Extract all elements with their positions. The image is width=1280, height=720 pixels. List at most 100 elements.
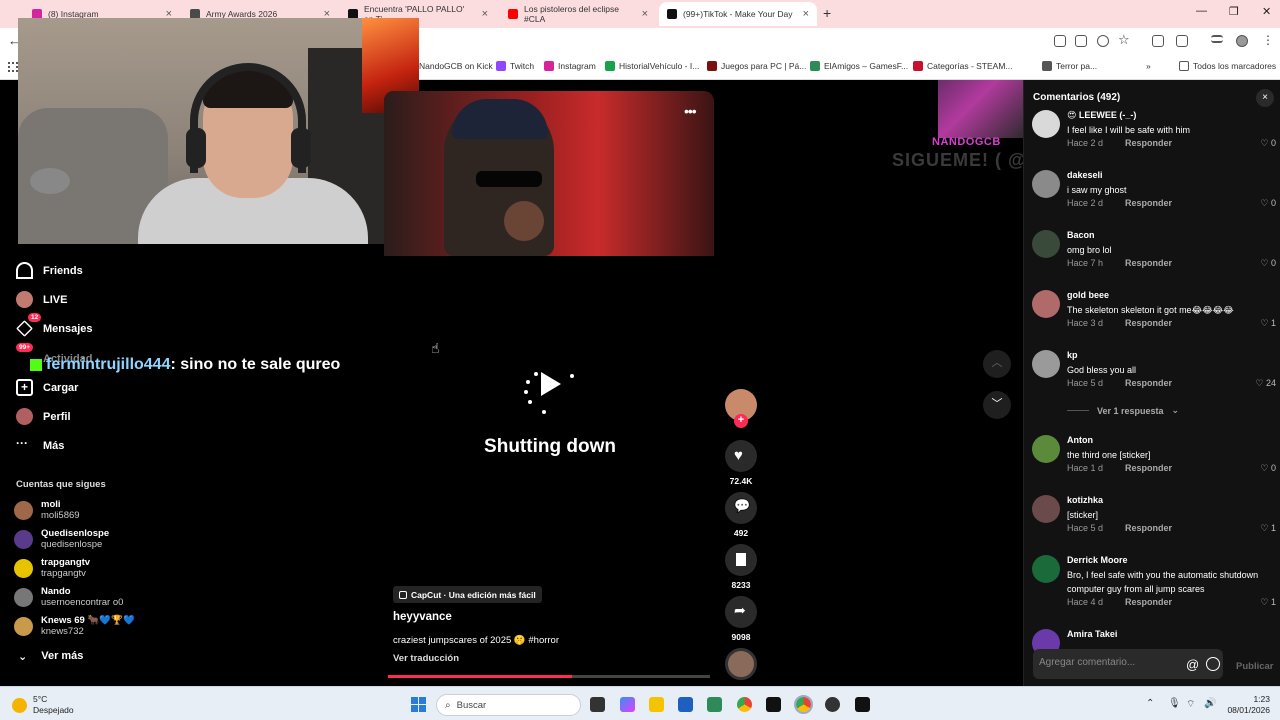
overflow-chevron-icon[interactable]: »: [1146, 61, 1151, 71]
close-icon[interactable]: ×: [803, 8, 809, 20]
sidebar-item-live[interactable]: LIVE: [16, 291, 67, 308]
comment-username[interactable]: kotizhka: [1067, 495, 1103, 505]
video-author[interactable]: heyyvance: [393, 611, 452, 623]
volume-icon[interactable]: 🔊: [1204, 698, 1216, 709]
translate-link[interactable]: Ver traducción: [393, 653, 459, 664]
translate-icon[interactable]: [1075, 35, 1087, 47]
following-account[interactable]: Quedisenlospe quedisenlospe: [14, 528, 109, 550]
share-button[interactable]: ➦ 9098: [722, 596, 760, 642]
comment-like-button[interactable]: ♡ 0: [1260, 258, 1276, 269]
following-account[interactable]: Knews 69 🐂💙🏆💙 knews732: [14, 615, 135, 637]
reply-button[interactable]: Responder: [1125, 258, 1172, 268]
taskbar-search[interactable]: ⌕ Buscar: [436, 694, 581, 716]
sidebar-item-more[interactable]: ··· Más: [16, 437, 64, 454]
bookmark-item[interactable]: Twitch: [496, 61, 534, 71]
save-button[interactable]: 8233: [722, 544, 760, 590]
task-view-icon[interactable]: [590, 697, 605, 712]
comment-like-button[interactable]: ♡ 1: [1260, 523, 1276, 534]
puzzle-icon[interactable]: [1176, 35, 1188, 47]
bookmark-item[interactable]: Juegos para PC | Pá...: [707, 61, 806, 71]
obs-icon[interactable]: [825, 697, 840, 712]
avatar[interactable]: [1032, 170, 1060, 198]
maximize-icon[interactable]: ❐: [1229, 5, 1239, 18]
bookmark-item[interactable]: HistorialVehículo - I...: [605, 61, 699, 71]
following-account[interactable]: Nando usernoencontrar o0: [14, 586, 123, 608]
file-explorer-icon[interactable]: [649, 697, 664, 712]
video-progress-bar[interactable]: [388, 675, 710, 678]
following-account[interactable]: trapgangtv trapgangtv: [14, 557, 90, 579]
wifi-icon[interactable]: ⌔: [1186, 698, 1195, 711]
media-icon[interactable]: [1211, 35, 1223, 43]
windows-start-icon[interactable]: [411, 697, 426, 712]
star-icon[interactable]: ☆: [1118, 32, 1130, 48]
avatar[interactable]: [1032, 230, 1060, 258]
copilot-icon[interactable]: [620, 697, 635, 712]
reply-button[interactable]: Responder: [1125, 378, 1172, 388]
emoji-icon[interactable]: [1206, 657, 1220, 671]
bookmark-item[interactable]: Instagram: [544, 61, 596, 71]
play-icon[interactable]: [541, 372, 561, 396]
terminal-icon[interactable]: [855, 697, 870, 712]
system-clock[interactable]: 1:23 08/01/2026: [1222, 694, 1270, 716]
all-bookmarks[interactable]: Todos los marcadores: [1179, 61, 1276, 71]
close-icon[interactable]: ×: [642, 8, 648, 20]
store-icon[interactable]: [678, 697, 693, 712]
next-video-button[interactable]: ﹀: [983, 391, 1011, 419]
avatar[interactable]: [1032, 110, 1060, 138]
menu-dots-icon[interactable]: ⋮: [1262, 33, 1274, 47]
weather-widget[interactable]: 5°C Despejado: [12, 694, 74, 716]
tiktok-icon[interactable]: [766, 697, 781, 712]
browser-tab-active[interactable]: (99+)TikTok - Make Your Day ×: [659, 2, 817, 26]
chevron-up-icon[interactable]: ⌃: [1146, 698, 1154, 709]
bookmark-item[interactable]: Terror pa...: [1042, 61, 1097, 71]
comment-username[interactable]: 😍 LEEWEE (-_-): [1067, 110, 1136, 121]
sidebar-item-messages[interactable]: 12 Mensajes: [16, 313, 93, 337]
previous-video-button[interactable]: ︿: [983, 350, 1011, 378]
reply-button[interactable]: Responder: [1125, 318, 1172, 328]
reply-button[interactable]: Responder: [1125, 198, 1172, 208]
chrome-active-icon[interactable]: [794, 695, 813, 714]
comment-like-button[interactable]: ♡ 24: [1255, 378, 1276, 389]
minimize-icon[interactable]: —: [1196, 5, 1207, 17]
close-icon[interactable]: ×: [482, 8, 488, 20]
comment-button[interactable]: 💬 492: [722, 492, 760, 538]
comment-username[interactable]: kp: [1067, 350, 1078, 360]
comment-like-button[interactable]: ♡ 0: [1260, 463, 1276, 474]
comment-username[interactable]: Derrick Moore: [1067, 555, 1128, 565]
comment-like-button[interactable]: ♡ 0: [1260, 198, 1276, 209]
avatar[interactable]: [1032, 555, 1060, 583]
sidebar-item-friends[interactable]: Friends: [16, 262, 83, 279]
comment-username[interactable]: gold beee: [1067, 290, 1109, 300]
close-window-icon[interactable]: ✕: [1262, 5, 1271, 18]
capcut-tag[interactable]: CapCut · Una edición más fácil: [393, 586, 542, 603]
view-replies-button[interactable]: Ver 1 respuesta ⌄: [1067, 405, 1179, 416]
reply-button[interactable]: Responder: [1125, 138, 1172, 148]
follow-plus-icon[interactable]: +: [734, 414, 748, 428]
avatar[interactable]: [1032, 350, 1060, 378]
app-icon[interactable]: [707, 697, 722, 712]
following-account[interactable]: moli moli5869: [14, 499, 80, 521]
comment-username[interactable]: Bacon: [1067, 230, 1095, 240]
eye-off-icon[interactable]: [1097, 35, 1109, 47]
avatar[interactable]: [1032, 290, 1060, 318]
close-icon[interactable]: ×: [1256, 89, 1274, 107]
bookmark-item[interactable]: ElAmigos – GamesF...: [810, 61, 908, 71]
bookmark-item[interactable]: Categorías - STEAM...: [913, 61, 1013, 71]
reply-button[interactable]: Responder: [1125, 463, 1172, 473]
comment-like-button[interactable]: ♡ 1: [1260, 318, 1276, 329]
comment-username[interactable]: Amira Takei: [1067, 629, 1117, 639]
sidebar-item-profile[interactable]: Perfil: [16, 408, 71, 425]
see-more-button[interactable]: ⌄ Ver más: [18, 650, 83, 663]
like-button[interactable]: ♥ 72.4K: [722, 440, 760, 486]
comment-like-button[interactable]: ♡ 0: [1260, 138, 1276, 149]
comment-username[interactable]: Anton: [1067, 435, 1093, 445]
avatar[interactable]: [1032, 435, 1060, 463]
apps-grid-icon[interactable]: [8, 62, 18, 72]
install-icon[interactable]: [1054, 35, 1066, 47]
reply-button[interactable]: Responder: [1125, 523, 1172, 533]
sound-disc[interactable]: [722, 648, 760, 680]
post-button[interactable]: Publicar: [1236, 661, 1274, 672]
microphone-icon[interactable]: 🎙: [1168, 698, 1181, 709]
comment-username[interactable]: dakeseli: [1067, 170, 1103, 180]
comment-like-button[interactable]: ♡ 1: [1260, 597, 1276, 608]
